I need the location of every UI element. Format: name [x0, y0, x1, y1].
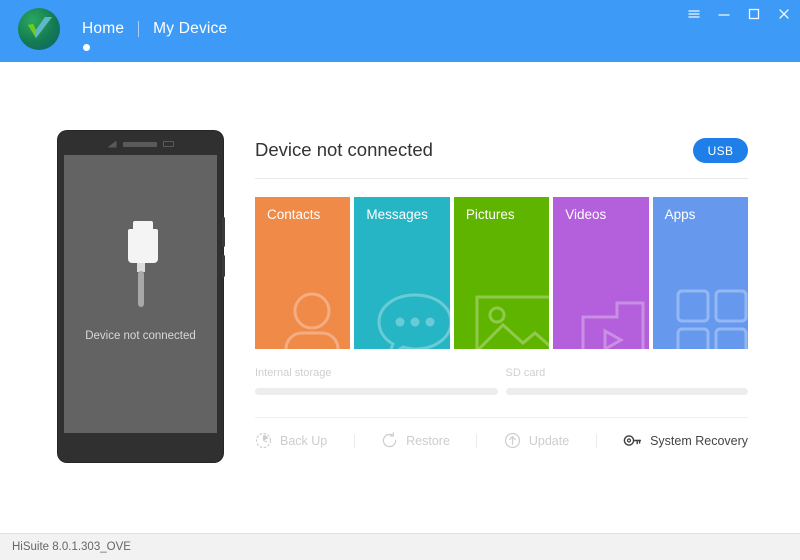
backup-clock-icon	[255, 432, 272, 449]
storage-sdcard: SD card	[506, 367, 749, 395]
minimize-icon[interactable]	[716, 6, 732, 22]
storage-internal: Internal storage	[255, 367, 498, 395]
hisuite-window: Home My Device	[0, 0, 800, 560]
action-label: Back Up	[280, 434, 327, 448]
page-title: Device not connected	[255, 139, 433, 161]
apps-grid-icon	[672, 285, 748, 349]
action-back-up[interactable]: Back Up	[255, 432, 327, 449]
action-separator-wrap	[327, 434, 381, 448]
carrier-text-placeholder	[123, 142, 157, 147]
category-tiles: Contacts Messages	[255, 197, 748, 349]
window-controls	[686, 6, 792, 22]
tile-contacts[interactable]: Contacts	[255, 197, 350, 349]
device-status-bar	[64, 134, 217, 154]
battery-icon	[163, 141, 174, 147]
tile-label: Videos	[565, 207, 606, 222]
action-separator-wrap	[569, 434, 623, 448]
video-play-icon	[573, 291, 649, 349]
version-text: HiSuite 8.0.1.303_OVE	[12, 541, 131, 553]
nav-item-my-device[interactable]: My Device	[139, 19, 241, 39]
action-bar: Back Up Restore	[255, 417, 748, 449]
storage-label: SD card	[506, 367, 749, 379]
nav-active-indicator	[83, 44, 90, 51]
restore-circle-icon	[381, 432, 398, 449]
device-volume-button	[222, 217, 225, 247]
main-panel: Device not connected USB Contacts Messag…	[255, 131, 748, 449]
main-nav: Home My Device	[68, 19, 241, 39]
storage-bar	[255, 388, 498, 395]
usb-connector-icon	[119, 217, 163, 312]
title-bar: Home My Device	[0, 0, 800, 62]
tile-messages[interactable]: Messages	[354, 197, 449, 349]
action-label: System Recovery	[650, 434, 748, 448]
tile-label: Apps	[665, 207, 696, 222]
device-mockup: Device not connected	[58, 131, 223, 462]
signal-icon	[108, 141, 117, 148]
storage-section: Internal storage SD card	[255, 367, 748, 395]
action-restore[interactable]: Restore	[381, 432, 450, 449]
contact-person-icon	[278, 285, 350, 349]
action-separator	[354, 434, 355, 448]
device-screen-caption: Device not connected	[64, 330, 217, 342]
tile-label: Pictures	[466, 207, 515, 222]
action-update[interactable]: Update	[504, 432, 569, 449]
action-separator	[476, 434, 477, 448]
close-icon[interactable]	[776, 6, 792, 22]
hisuite-logo-icon	[18, 8, 60, 50]
maximize-icon[interactable]	[746, 6, 762, 22]
nav-item-home[interactable]: Home	[68, 19, 138, 39]
tile-videos[interactable]: Videos	[553, 197, 648, 349]
device-power-button	[222, 255, 225, 277]
menu-icon[interactable]	[686, 6, 702, 22]
device-screen: Device not connected	[64, 155, 217, 433]
photo-frame-icon	[473, 291, 549, 349]
key-icon	[623, 432, 642, 449]
action-separator	[596, 434, 597, 448]
action-system-recovery[interactable]: System Recovery	[623, 432, 748, 449]
tile-label: Messages	[366, 207, 428, 222]
action-label: Update	[529, 434, 569, 448]
usb-connect-button[interactable]: USB	[693, 138, 748, 163]
storage-label: Internal storage	[255, 367, 498, 379]
main-header: Device not connected USB	[255, 131, 748, 179]
tile-pictures[interactable]: Pictures	[454, 197, 549, 349]
storage-bar	[506, 388, 749, 395]
action-separator-wrap	[450, 434, 504, 448]
speech-bubble-icon	[374, 285, 450, 349]
status-bar: HiSuite 8.0.1.303_OVE	[0, 533, 800, 560]
tile-apps[interactable]: Apps	[653, 197, 748, 349]
action-label: Restore	[406, 434, 450, 448]
update-arrow-icon	[504, 432, 521, 449]
tile-label: Contacts	[267, 207, 320, 222]
